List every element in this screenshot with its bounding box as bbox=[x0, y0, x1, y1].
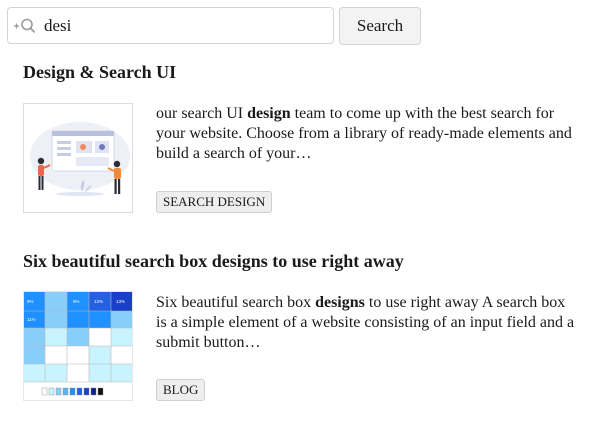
heatmap-label: 13% bbox=[116, 299, 125, 304]
result-tag[interactable]: SEARCH DESIGN bbox=[156, 191, 273, 213]
search-input[interactable] bbox=[44, 15, 314, 36]
search-icon bbox=[14, 18, 35, 33]
result-item: Design & Search UI our search UI design … bbox=[23, 61, 583, 213]
snippet-highlight: design bbox=[247, 105, 291, 122]
result-title[interactable]: Design & Search UI bbox=[23, 61, 583, 83]
result-item: Six beautiful search box designs to use … bbox=[23, 250, 583, 401]
heatmap-label: 12% bbox=[94, 299, 103, 304]
result-snippet: Six beautiful search box designs to use … bbox=[156, 293, 576, 353]
result-title[interactable]: Six beautiful search box designs to use … bbox=[23, 250, 583, 272]
snippet-highlight: designs bbox=[315, 294, 365, 311]
result-thumbnail[interactable]: 9% 9% 12% 13% 11% bbox=[23, 291, 133, 401]
heatmap-label: 9% bbox=[73, 299, 80, 304]
illustration-image bbox=[30, 122, 130, 196]
heatmap-label: 11% bbox=[27, 317, 36, 322]
result-tag[interactable]: BLOG bbox=[156, 379, 206, 401]
result-snippet: our search UI design team to come up wit… bbox=[156, 104, 576, 164]
search-button[interactable]: Search bbox=[339, 7, 421, 45]
result-thumbnail[interactable] bbox=[23, 103, 133, 213]
search-bar: Search bbox=[7, 7, 421, 45]
snippet-text: our search UI bbox=[156, 105, 248, 122]
search-field[interactable] bbox=[7, 7, 334, 44]
snippet-text: Six beautiful search box bbox=[156, 294, 316, 311]
heatmap-label: 9% bbox=[27, 299, 34, 304]
heatmap-grid-image: 9% 9% 12% 13% 11% bbox=[24, 292, 132, 396]
